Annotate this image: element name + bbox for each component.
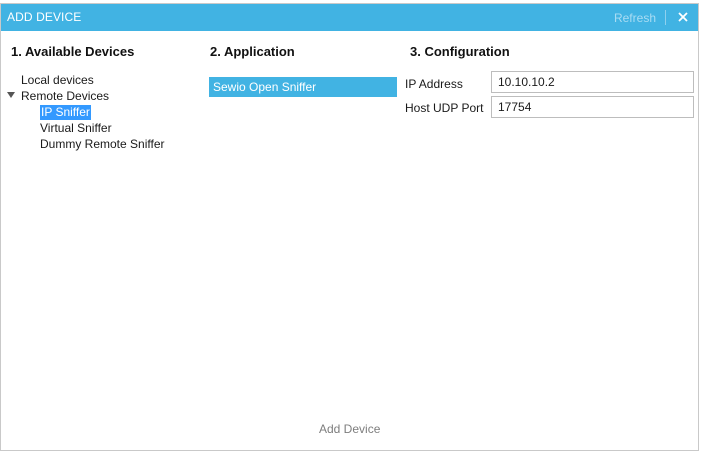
refresh-button[interactable]: Refresh	[614, 11, 656, 25]
tree-item-label: Remote Devices	[21, 89, 110, 103]
tree-item-label: IP Sniffer	[40, 105, 91, 120]
tree-item-virtual-sniffer[interactable]: Virtual Sniffer	[20, 120, 164, 136]
close-icon[interactable]	[675, 8, 691, 26]
ip-address-label: IP Address	[405, 77, 463, 91]
application-item-sewio-open-sniffer[interactable]: Sewio Open Sniffer	[209, 77, 397, 97]
tree-item-local-devices[interactable]: Local devices	[20, 72, 164, 88]
tree-item-label: Dummy Remote Sniffer	[40, 137, 165, 151]
available-devices-heading: 1. Available Devices	[11, 44, 135, 59]
device-tree: Local devices Remote Devices IP Sniffer …	[7, 72, 164, 152]
titlebar-divider	[665, 10, 666, 25]
application-heading: 2. Application	[210, 44, 295, 59]
expand-arrow-icon[interactable]	[7, 92, 15, 98]
tree-item-label: Local devices	[21, 73, 94, 87]
title-bar: ADD DEVICE Refresh	[1, 4, 698, 31]
tree-item-dummy-remote-sniffer[interactable]: Dummy Remote Sniffer	[20, 136, 164, 152]
ip-address-field[interactable]: 10.10.10.2	[491, 71, 694, 93]
configuration-heading: 3. Configuration	[410, 44, 510, 59]
application-list: Sewio Open Sniffer	[209, 77, 397, 97]
dialog-title: ADD DEVICE	[7, 10, 82, 24]
tree-item-ip-sniffer[interactable]: IP Sniffer	[20, 104, 164, 120]
host-udp-port-label: Host UDP Port	[405, 101, 484, 115]
tree-item-label: Virtual Sniffer	[40, 121, 112, 135]
tree-item-remote-devices[interactable]: Remote Devices	[7, 88, 164, 104]
add-device-dialog: ADD DEVICE Refresh 1. Available Devices …	[0, 3, 699, 451]
add-device-button[interactable]: Add Device	[319, 422, 380, 436]
host-udp-port-field[interactable]: 17754	[491, 96, 694, 118]
